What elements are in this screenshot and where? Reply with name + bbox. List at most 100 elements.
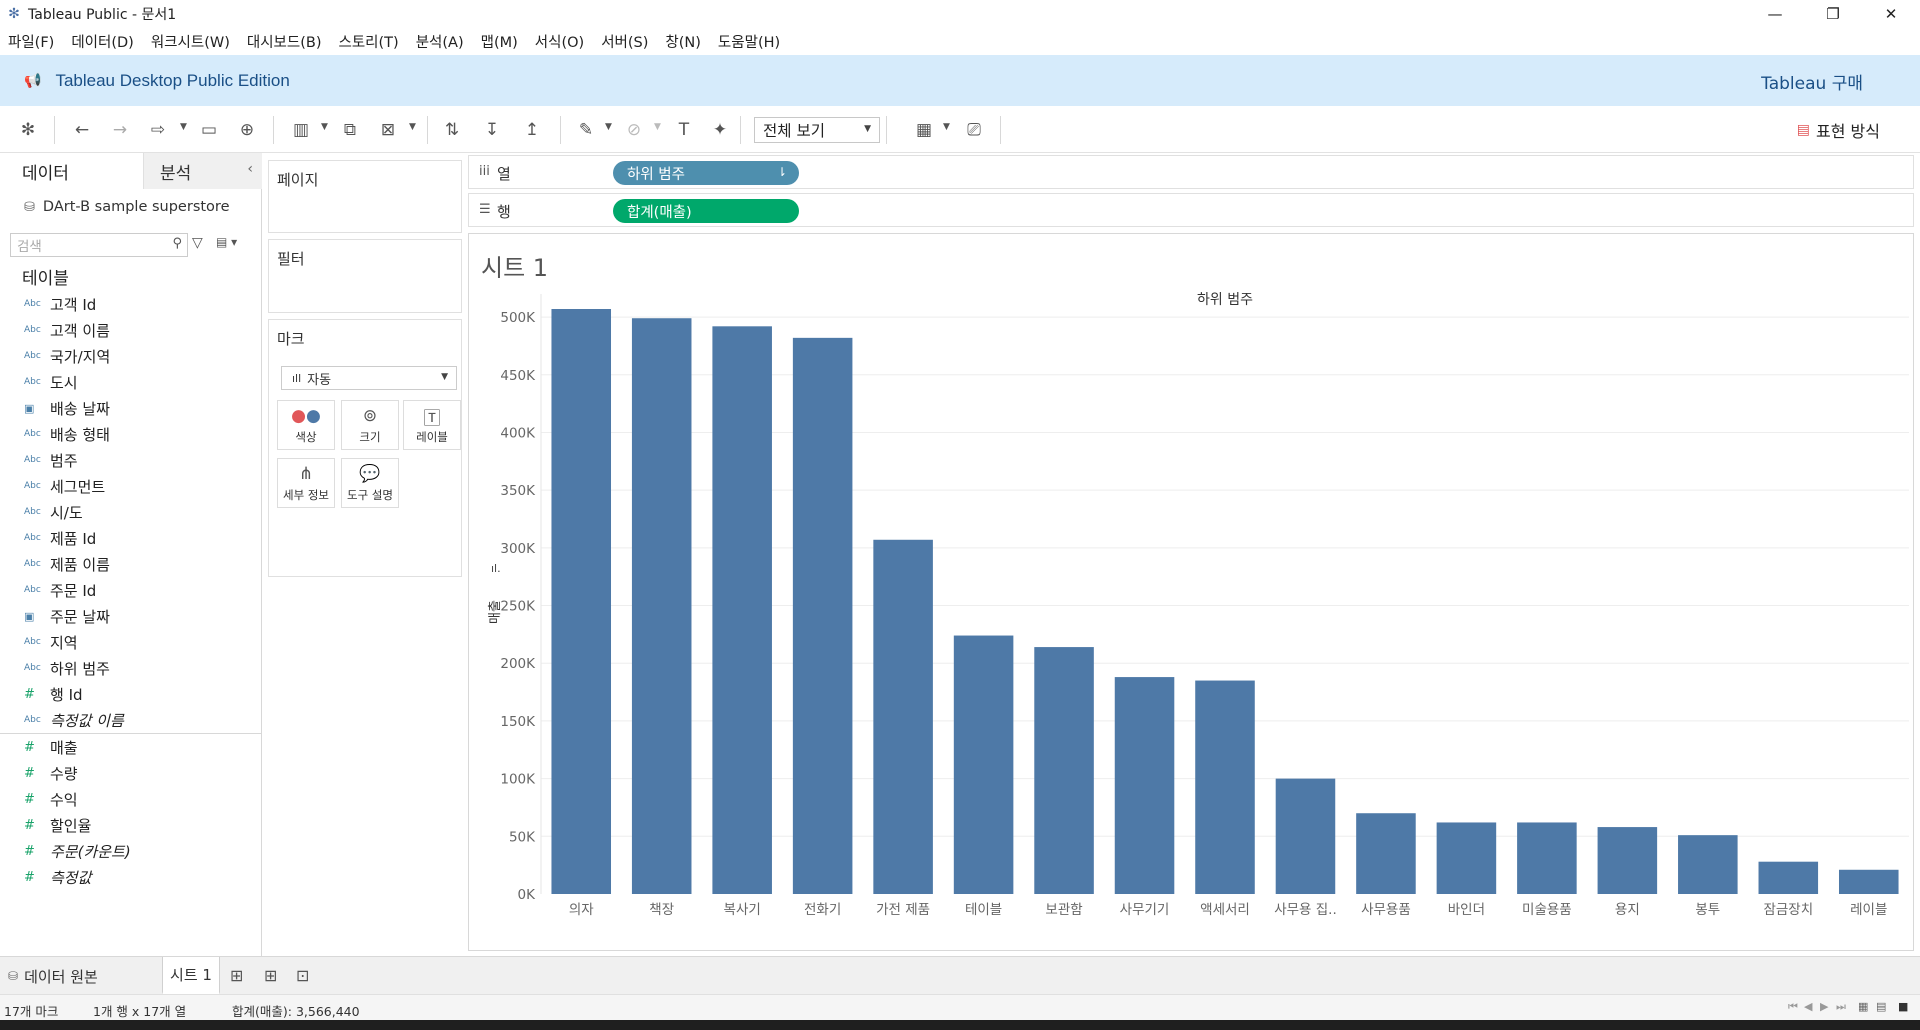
- menu-worksheet[interactable]: 워크시트(W): [151, 31, 230, 52]
- columns-shelf[interactable]: iii 열 하위 범주 ⇂: [468, 155, 1914, 189]
- label-button[interactable]: 🅃 레이블: [403, 400, 461, 450]
- pages-card[interactable]: 페이지: [268, 160, 462, 233]
- field-item[interactable]: # 주문(카운트): [0, 838, 261, 864]
- highlight-dropdown-icon[interactable]: ▼: [605, 122, 612, 132]
- nav-last-icon[interactable]: ⏭: [1836, 1000, 1846, 1014]
- swap-icon[interactable]: ⇅: [440, 118, 464, 142]
- show-cards-dropdown-icon[interactable]: ▼: [943, 122, 950, 132]
- replay-dropdown-icon[interactable]: ▼: [180, 122, 187, 132]
- menu-analysis[interactable]: 분석(A): [416, 31, 464, 52]
- x-tick-label: 사무용품: [1361, 902, 1411, 918]
- subcategory-pill[interactable]: 하위 범주 ⇂: [613, 161, 799, 185]
- sort-descending-icon[interactable]: ↥: [520, 118, 544, 142]
- collapse-pane-icon[interactable]: ‹: [247, 161, 253, 177]
- show-cards-icon[interactable]: ▦: [912, 118, 936, 142]
- show-me-button[interactable]: ▤ 표현 방식: [1797, 118, 1880, 142]
- tableau-logo-icon[interactable]: ✻: [16, 118, 40, 142]
- pin-icon[interactable]: ✦: [708, 118, 732, 142]
- new-dashboard-icon[interactable]: ⊞: [264, 966, 277, 985]
- color-button[interactable]: ● ● 색상: [277, 400, 335, 450]
- bar: [1517, 822, 1577, 894]
- rows-shelf[interactable]: ☰ 행 합계(매출): [468, 193, 1914, 227]
- new-datasource-icon[interactable]: ⊕: [235, 118, 259, 142]
- clear-sheet-icon[interactable]: ⊠: [376, 118, 400, 142]
- tab-analysis[interactable]: 분석: [144, 153, 262, 189]
- field-item[interactable]: Abc 지역: [0, 629, 261, 655]
- redo-icon[interactable]: →: [108, 118, 132, 142]
- field-item[interactable]: Abc 주문 Id: [0, 577, 261, 603]
- field-item[interactable]: Abc 하위 범주: [0, 655, 261, 681]
- datasource-tab[interactable]: ⛁ 데이터 원본: [8, 957, 160, 995]
- group-icon[interactable]: ⊘: [622, 118, 646, 142]
- nav-prev-icon[interactable]: ◀: [1804, 1000, 1812, 1013]
- field-item[interactable]: ▣ 배송 날짜: [0, 395, 261, 421]
- sum-sales-pill[interactable]: 합계(매출): [613, 199, 799, 223]
- save-icon[interactable]: ▭: [197, 118, 221, 142]
- field-item[interactable]: # 매출: [0, 734, 261, 760]
- detail-button[interactable]: ⋔ 세부 정보: [277, 458, 335, 508]
- field-item[interactable]: Abc 범주: [0, 447, 261, 473]
- duplicate-icon[interactable]: ⧉: [338, 118, 362, 142]
- search-input[interactable]: 검색 ⚲: [10, 233, 188, 257]
- menu-window[interactable]: 창(N): [665, 31, 701, 52]
- menu-story[interactable]: 스토리(T): [338, 31, 398, 52]
- presentation-icon[interactable]: ⎚: [962, 118, 986, 142]
- sort-ascending-icon[interactable]: ↧: [480, 118, 504, 142]
- field-item[interactable]: # 행 Id: [0, 681, 261, 707]
- y-tick-label: 450K: [500, 368, 536, 384]
- field-name: 주문 Id: [50, 581, 97, 600]
- nav-first-icon[interactable]: ⏮: [1788, 1000, 1798, 1014]
- menu-format[interactable]: 서식(O): [535, 31, 584, 52]
- datasource-item[interactable]: ⛁ DArt-B sample superstore: [0, 189, 261, 225]
- highlight-icon[interactable]: ✎: [574, 118, 598, 142]
- view-options-icon[interactable]: ▤ ▾: [216, 235, 237, 249]
- buy-tableau-link[interactable]: Tableau 구매: [1761, 69, 1863, 94]
- replay-icon[interactable]: ⇨: [146, 118, 170, 142]
- menu-dashboard[interactable]: 대시보드(B): [247, 31, 322, 52]
- menu-map[interactable]: 맵(M): [481, 31, 518, 52]
- new-sheet-icon[interactable]: ⊞: [230, 966, 243, 985]
- filter-icon[interactable]: ▽: [192, 235, 203, 251]
- menu-file[interactable]: 파일(F): [8, 31, 54, 52]
- field-item[interactable]: Abc 국가/지역: [0, 343, 261, 369]
- view-size-select[interactable]: 전체 보기 ▼: [754, 117, 880, 143]
- menu-data[interactable]: 데이터(D): [71, 31, 134, 52]
- field-item[interactable]: Abc 배송 형태: [0, 421, 261, 447]
- new-worksheet-icon[interactable]: ▥: [289, 118, 313, 142]
- grid-view-icon[interactable]: ▦: [1858, 1000, 1868, 1013]
- menu-server[interactable]: 서버(S): [601, 31, 648, 52]
- new-story-icon[interactable]: ⊡: [296, 966, 309, 985]
- field-item[interactable]: Abc 제품 이름: [0, 551, 261, 577]
- size-button[interactable]: ⊚ 크기: [341, 400, 399, 450]
- field-item[interactable]: Abc 제품 Id: [0, 525, 261, 551]
- field-item[interactable]: # 수익: [0, 786, 261, 812]
- tabs-view-icon[interactable]: ■: [1898, 1000, 1908, 1013]
- sheet-tab[interactable]: 시트 1: [162, 957, 220, 995]
- undo-icon[interactable]: ←: [70, 118, 94, 142]
- menu-help[interactable]: 도움말(H): [718, 31, 780, 52]
- field-item[interactable]: Abc 고객 이름: [0, 317, 261, 343]
- field-item[interactable]: Abc 측정값 이름: [0, 707, 261, 733]
- field-item[interactable]: Abc 세그먼트: [0, 473, 261, 499]
- field-item[interactable]: ▣ 주문 날짜: [0, 603, 261, 629]
- show-labels-icon[interactable]: T: [672, 118, 696, 142]
- field-item[interactable]: # 할인율: [0, 812, 261, 838]
- close-icon[interactable]: ✕: [1862, 0, 1920, 28]
- group-dropdown-icon[interactable]: ▼: [654, 122, 661, 132]
- string-type-icon: Abc: [24, 663, 41, 673]
- tab-data[interactable]: 데이터: [0, 153, 144, 189]
- tooltip-button[interactable]: 💬 도구 설명: [341, 458, 399, 508]
- restore-icon[interactable]: ❐: [1804, 0, 1862, 28]
- nav-next-icon[interactable]: ▶: [1820, 1000, 1828, 1013]
- new-worksheet-dropdown-icon[interactable]: ▼: [321, 122, 328, 132]
- field-item[interactable]: Abc 고객 Id: [0, 291, 261, 317]
- field-item[interactable]: Abc 시/도: [0, 499, 261, 525]
- field-item[interactable]: Abc 도시: [0, 369, 261, 395]
- filmstrip-view-icon[interactable]: ▤: [1876, 1000, 1886, 1013]
- field-item[interactable]: # 수량: [0, 760, 261, 786]
- filters-card[interactable]: 필터: [268, 239, 462, 313]
- clear-dropdown-icon[interactable]: ▼: [409, 122, 416, 132]
- minimize-icon[interactable]: —: [1746, 0, 1804, 28]
- field-item[interactable]: # 측정값: [0, 864, 261, 890]
- mark-type-select[interactable]: ıll 자동 ▼: [281, 366, 457, 390]
